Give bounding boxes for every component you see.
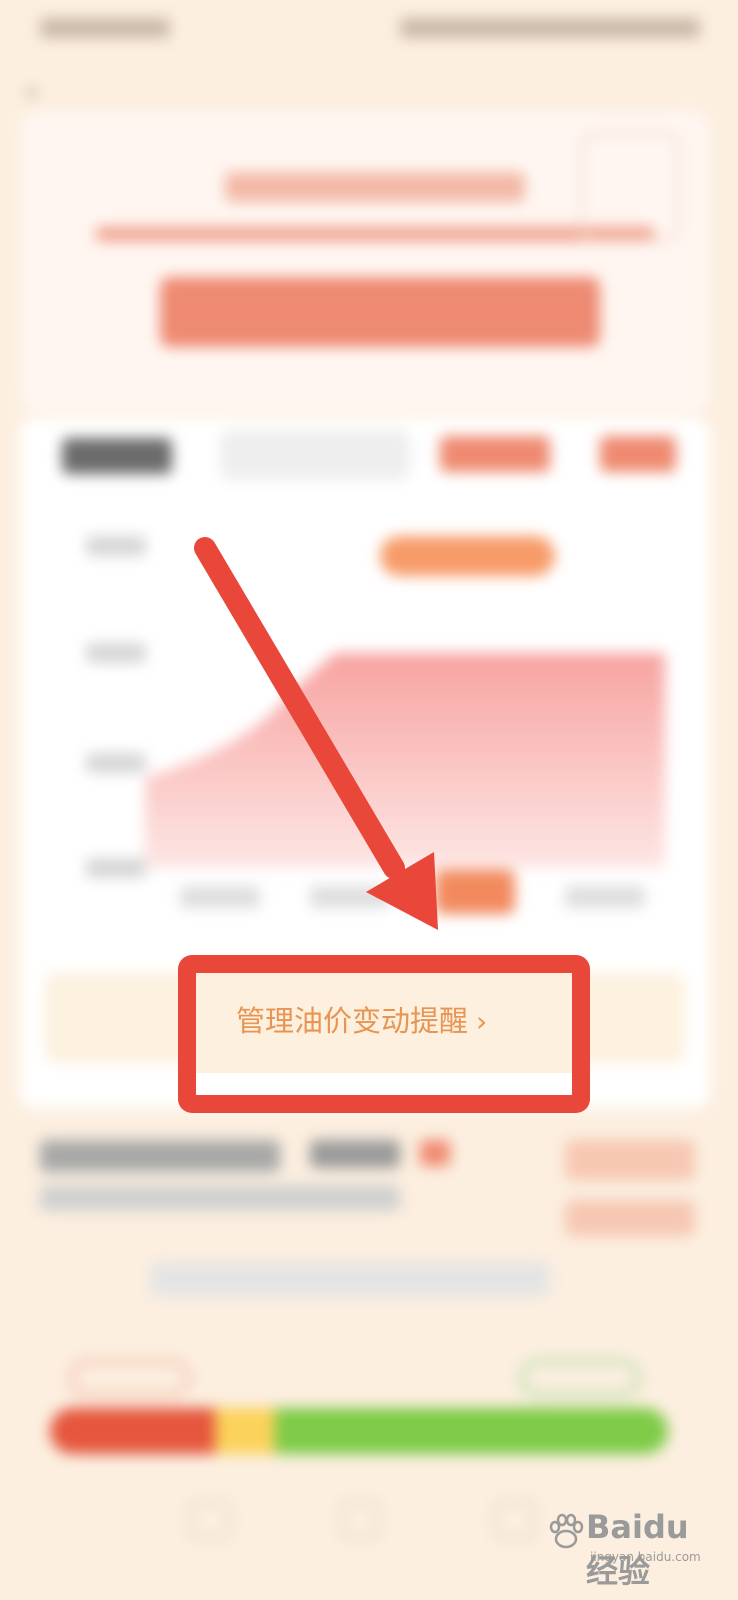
- back-arrow-icon[interactable]: ‹: [26, 78, 54, 106]
- banner-subtitle-blurred: [225, 172, 525, 202]
- info-text-blurred: [40, 1140, 280, 1172]
- side-button-blurred[interactable]: [565, 1200, 695, 1236]
- tab-blurred-1[interactable]: [62, 438, 172, 474]
- banner-divider: [95, 227, 655, 241]
- gauge-segment-red: [50, 1408, 215, 1454]
- promo-banner: [20, 112, 710, 412]
- gauge-label-left-blurred: [70, 1360, 190, 1396]
- reminder-label-wrap: 管理油价变动提醒 ›: [236, 1001, 487, 1041]
- y-axis-label-blurred: [86, 753, 146, 773]
- gauge-segment-green: [275, 1408, 668, 1454]
- dropdown-blurred-1[interactable]: [440, 436, 550, 472]
- annotation-callout-box: 管理油价变动提醒 ›: [178, 955, 590, 1113]
- chevron-right-icon: ›: [476, 1005, 488, 1038]
- banner-decoration: [580, 132, 680, 242]
- info-subtext-blurred: [40, 1185, 400, 1211]
- baidu-watermark: Baidu经验 jingyan.baidu.com: [546, 1506, 716, 1590]
- reminder-label: 管理油价变动提醒: [236, 1004, 469, 1038]
- nav-icon-blurred[interactable]: [190, 1500, 230, 1540]
- price-gauge-bar: [50, 1408, 668, 1454]
- watermark-site: jingyan.baidu.com: [590, 1550, 701, 1564]
- countdown-blurred: [150, 1262, 550, 1296]
- highlight-pill-blurred: [380, 536, 555, 576]
- nav-icon-blurred[interactable]: [340, 1500, 380, 1540]
- dropdown-blurred-2[interactable]: [600, 436, 676, 472]
- phone-screen: ‹ 管理油价变动提醒 › Baidu经验 jingyan.baidu.com: [0, 0, 738, 1600]
- x-axis-label-blurred: [180, 886, 260, 908]
- x-axis-selected-blurred[interactable]: [435, 870, 515, 914]
- price-trend-area: [145, 653, 665, 868]
- y-axis-label-blurred: [86, 643, 146, 663]
- nav-icon-blurred[interactable]: [495, 1500, 535, 1540]
- banner-headline-blurred: [160, 277, 600, 347]
- info-text-blurred: [310, 1140, 400, 1168]
- tab-blurred-2[interactable]: [220, 430, 410, 480]
- y-axis-label-blurred: [86, 858, 146, 878]
- gauge-segment-yellow: [215, 1408, 275, 1454]
- x-axis-label-blurred: [565, 886, 645, 908]
- info-badge-blurred: [420, 1140, 450, 1166]
- x-axis-label-blurred: [310, 886, 390, 908]
- status-left-blurred: [40, 18, 170, 38]
- side-button-blurred[interactable]: [565, 1140, 695, 1180]
- blurred-app-content: ‹: [0, 0, 738, 1600]
- y-axis-label-blurred: [86, 536, 146, 556]
- status-right-blurred: [400, 18, 700, 38]
- gauge-label-right-blurred: [520, 1360, 640, 1396]
- baidu-paw-icon: [549, 1513, 584, 1549]
- reminder-button[interactable]: 管理油价变动提醒 ›: [196, 973, 572, 1073]
- status-bar: [40, 18, 700, 42]
